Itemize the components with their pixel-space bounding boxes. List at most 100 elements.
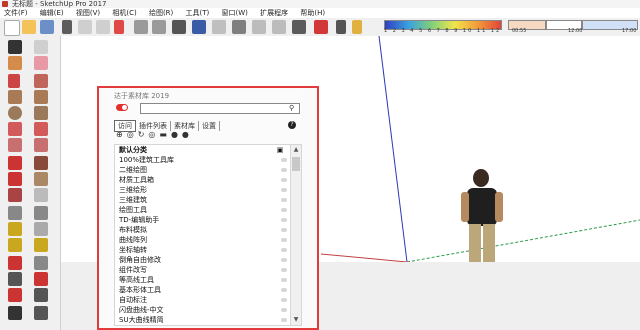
erase-icon[interactable]: [114, 20, 124, 34]
list-item[interactable]: SU大曲线精简: [115, 315, 291, 325]
menu-view[interactable]: 视图(V): [76, 8, 100, 18]
menu-window[interactable]: 窗口(W): [222, 8, 248, 18]
3d-text-icon[interactable]: [34, 238, 48, 252]
search-icon[interactable]: ⚲: [289, 104, 294, 113]
push-pull-icon[interactable]: [34, 156, 48, 170]
zoom-extents-icon[interactable]: [8, 288, 22, 302]
toggle-indicator[interactable]: [281, 238, 287, 242]
list-item[interactable]: 二维绘图: [115, 165, 291, 175]
menu-help[interactable]: 帮助(H): [300, 8, 325, 18]
arc-icon[interactable]: [8, 122, 22, 136]
toggle-indicator[interactable]: [281, 168, 287, 172]
freehand-icon[interactable]: [34, 74, 48, 88]
follow-me-icon[interactable]: [34, 172, 48, 186]
settings-icon[interactable]: ◎: [127, 130, 134, 140]
toggle-indicator[interactable]: [281, 308, 287, 312]
toggle-indicator[interactable]: [281, 268, 287, 272]
toggle-indicator[interactable]: [281, 208, 287, 212]
toggle-indicator[interactable]: [281, 248, 287, 252]
target-icon[interactable]: ◎: [148, 130, 155, 140]
scroll-down-icon[interactable]: ▼: [291, 315, 301, 325]
list-item[interactable]: 布料模拟: [115, 225, 291, 235]
new-file-icon[interactable]: [4, 20, 20, 36]
toggle-indicator[interactable]: [281, 218, 287, 222]
add-icon[interactable]: ⊕: [116, 130, 123, 140]
toggle-indicator[interactable]: [281, 158, 287, 162]
toggle-indicator[interactable]: [281, 288, 287, 292]
position-camera-icon[interactable]: [8, 306, 22, 320]
scroll-thumb[interactable]: [292, 157, 300, 171]
toggle-indicator[interactable]: [281, 258, 287, 262]
list-item[interactable]: 组件改写: [115, 265, 291, 275]
pie-icon[interactable]: [34, 138, 48, 152]
list-item[interactable]: 材质工具箱: [115, 175, 291, 185]
components-icon[interactable]: [232, 20, 246, 34]
layers-icon[interactable]: [272, 20, 286, 34]
camera-icon[interactable]: [292, 20, 306, 34]
list-item[interactable]: 坐标轴转: [115, 245, 291, 255]
previous-view-icon[interactable]: [34, 288, 48, 302]
shadows-icon[interactable]: [314, 20, 328, 34]
toggle-indicator[interactable]: [281, 198, 287, 202]
copy-icon[interactable]: [78, 20, 92, 34]
scroll-up-icon[interactable]: ▲: [291, 145, 301, 155]
toggle-indicator[interactable]: [281, 188, 287, 192]
rotated-rectangle-icon[interactable]: [34, 90, 48, 104]
list-item[interactable]: 等高线工具: [115, 275, 291, 285]
scale-icon[interactable]: [8, 188, 22, 202]
collapse-icon[interactable]: ▣: [275, 146, 285, 154]
open-folder-icon[interactable]: [22, 20, 36, 34]
toggle-indicator[interactable]: [281, 298, 287, 302]
refresh-icon[interactable]: ↻: [138, 130, 145, 140]
warehouse-icon[interactable]: [212, 20, 226, 34]
help-icon[interactable]: ?: [288, 121, 296, 129]
move-icon[interactable]: [8, 156, 22, 170]
toggle-indicator[interactable]: [281, 178, 287, 182]
folder-icon[interactable]: ▬: [159, 130, 167, 140]
select-arrow-icon[interactable]: [8, 40, 22, 54]
redo-icon[interactable]: [152, 20, 166, 34]
list-item[interactable]: 基本形体工具: [115, 285, 291, 295]
polygon-icon[interactable]: [34, 106, 48, 120]
search-input[interactable]: ⚲: [140, 103, 300, 114]
two-point-arc-icon[interactable]: [34, 122, 48, 136]
record-toggle[interactable]: [116, 104, 128, 111]
list-item[interactable]: 自动标注: [115, 295, 291, 305]
list-item[interactable]: TD-编辑助手: [115, 215, 291, 225]
eraser-icon[interactable]: [34, 56, 48, 70]
list-item[interactable]: 三维建筑: [115, 195, 291, 205]
make-component-icon[interactable]: [34, 40, 48, 54]
paste-icon[interactable]: [96, 20, 110, 34]
list-item[interactable]: 绘图工具: [115, 205, 291, 215]
save-icon[interactable]: [40, 20, 54, 34]
list-scrollbar[interactable]: ▲ ▼: [290, 144, 302, 326]
zoom-icon[interactable]: [8, 272, 22, 286]
protractor-icon[interactable]: [8, 222, 22, 236]
list-item[interactable]: 三维绘形: [115, 185, 291, 195]
cut-icon[interactable]: [62, 20, 72, 34]
menu-tools[interactable]: 工具(T): [186, 8, 210, 18]
orbit-icon[interactable]: [8, 256, 22, 270]
extension-icon[interactable]: [252, 20, 266, 34]
rotate-icon[interactable]: [8, 172, 22, 186]
sun-icon[interactable]: [352, 20, 362, 34]
print-icon[interactable]: [172, 20, 186, 34]
text-icon[interactable]: [34, 222, 48, 236]
menu-edit[interactable]: 编辑(E): [40, 8, 64, 18]
offset-icon[interactable]: [34, 188, 48, 202]
line-icon[interactable]: [8, 74, 20, 88]
pan-icon[interactable]: [34, 256, 48, 270]
menu-draw[interactable]: 绘图(R): [149, 8, 173, 18]
play-icon[interactable]: ●: [171, 130, 178, 140]
toggle-indicator[interactable]: [281, 228, 287, 232]
circle-icon[interactable]: [8, 106, 22, 120]
tape-measure-icon[interactable]: [8, 206, 22, 220]
stop-icon[interactable]: ●: [182, 130, 189, 140]
look-around-icon[interactable]: [34, 306, 48, 320]
model-info-icon[interactable]: [192, 20, 206, 34]
list-item[interactable]: 100%建筑工具库: [115, 155, 291, 165]
toggle-indicator[interactable]: [281, 318, 287, 322]
dimension-icon[interactable]: [34, 206, 48, 220]
toggle-indicator[interactable]: [281, 278, 287, 282]
undo-icon[interactable]: [134, 20, 148, 34]
